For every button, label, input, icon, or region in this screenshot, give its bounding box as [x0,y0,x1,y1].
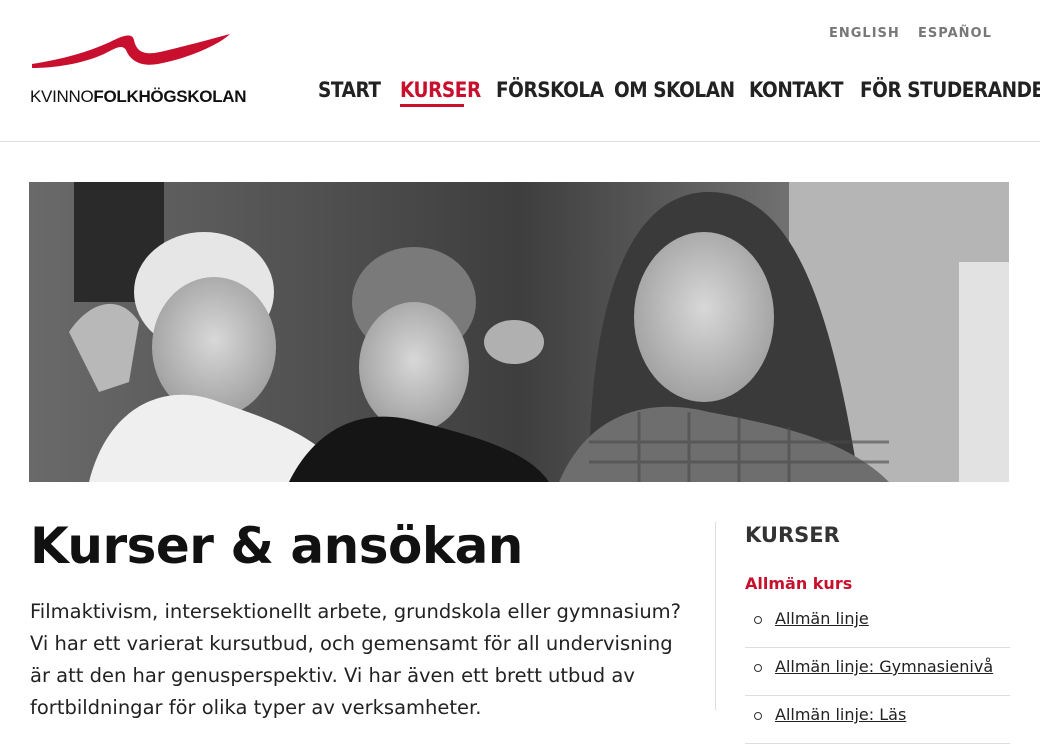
intro-paragraph: Filmaktivism, intersektionellt arbete, g… [30,600,682,719]
site-header: KVINNOFOLKHÖGSKOLAN ENGLISH ESPAÑOL STAR… [0,0,1040,142]
list-item: Allmän linje: Gymnasienivå [745,648,1010,696]
nav-forskola[interactable]: FÖRSKOLA [496,78,604,102]
sidebar-link-gymnasieniva[interactable]: Allmän linje: Gymnasienivå [775,657,993,676]
nav-for-studerande[interactable]: FÖR STUDERANDE [860,78,1040,102]
nav-start[interactable]: START [318,78,381,102]
nav-kontakt[interactable]: KONTAKT [749,78,843,102]
logo-wordmark-light: KVINNO [30,87,94,106]
page-title: Kurser & ansökan [30,517,523,575]
sidebar-link-allman-linje-las[interactable]: Allmän linje: Läs [775,705,906,724]
sidebar-section-link[interactable]: Allmän kurs [745,574,852,593]
nav-om-skolan[interactable]: OM SKOLAN [614,78,735,102]
bullet-icon [754,616,762,624]
logo-wordmark: KVINNOFOLKHÖGSKOLAN [30,87,247,107]
list-item: Allmän linje [745,600,1010,648]
sidebar-title: KURSER [745,523,840,547]
site-logo[interactable]: KVINNOFOLKHÖGSKOLAN [30,30,247,110]
nav-active-indicator [400,104,464,107]
list-item: Allmän linje: Läs [745,696,1010,744]
sidebar-course-list: Allmän linje Allmän linje: Gymnasienivå … [745,600,1010,744]
hero-photo [29,182,1009,482]
nav-kurser[interactable]: KURSER [400,78,481,102]
language-spanish-link[interactable]: ESPAÑOL [918,26,992,41]
logo-wordmark-bold: FOLKHÖGSKOLAN [93,87,247,106]
language-english-link[interactable]: ENGLISH [829,26,900,41]
sidebar-link-allman-linje[interactable]: Allmän linje [775,609,869,628]
hero-image [29,182,1009,482]
bullet-icon [754,712,762,720]
logo-wave-icon [32,34,230,68]
bullet-icon [754,664,762,672]
sidebar-divider [715,522,716,710]
